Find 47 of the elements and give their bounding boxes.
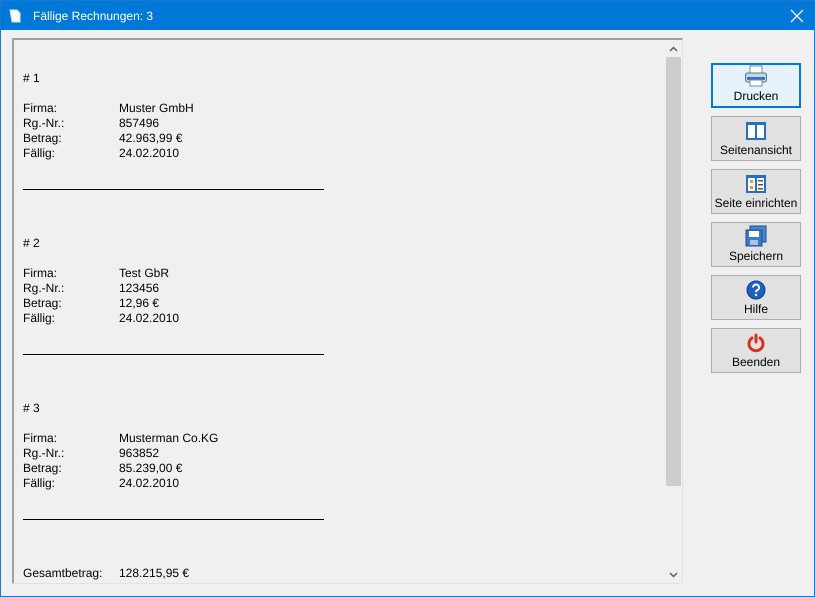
invoice-number: # 2 [23,236,41,251]
help-icon [746,280,766,300]
close-button[interactable] [790,8,804,22]
printer-icon [744,65,768,87]
field-value: 85.239,00 € [119,461,182,476]
power-icon [746,333,766,353]
field-value: 24.02.2010 [119,476,180,491]
field-label: Betrag: [23,461,63,476]
page-layout-icon [745,174,767,194]
field-value: 123456 [119,281,160,296]
field-label: Betrag: [23,296,63,311]
field-value: Test GbR [119,266,170,281]
field-label: Rg.-Nr.: [23,446,66,461]
floppy-disk-icon [745,225,767,247]
field-label: Rg.-Nr.: [23,281,66,296]
toolbar-button[interactable]: Beenden [711,328,801,373]
two-pages-icon [745,121,767,141]
field-value: 42.963,99 € [119,131,182,146]
field-label: Firma: [23,101,58,116]
toolbar-button[interactable]: Seitenansicht [711,116,801,161]
invoice-number: # 1 [23,71,41,86]
field-label: Fällig: [23,311,56,326]
field-value: 963852 [119,446,160,461]
chevron-up-icon [669,46,678,52]
invoice-number: # 3 [23,401,41,416]
total-label: Gesamtbetrag: [23,566,104,581]
window-title: Fällige Rechnungen: 3 [33,8,154,22]
field-label: Firma: [23,431,58,446]
field-label: Fällig: [23,146,56,161]
field-value: 857496 [119,116,160,131]
field-label: Fällig: [23,476,56,491]
chevron-down-icon [669,572,678,578]
document-icon [9,8,21,22]
toolbar-button[interactable]: Seite einrichten [711,169,801,214]
toolbar-button[interactable]: Drucken [711,63,801,108]
field-value: Musterman Co.KG [119,431,218,446]
field-label: Rg.-Nr.: [23,116,66,131]
field-value: 24.02.2010 [119,311,180,326]
scrollbar-thumb[interactable] [666,57,681,486]
field-label: Betrag: [23,131,63,146]
toolbar-button[interactable]: Hilfe [711,275,801,320]
total-value: 128.215,95 € [119,566,190,581]
toolbar-button[interactable]: Speichern [711,222,801,267]
field-label: Firma: [23,266,58,281]
field-value: 24.02.2010 [119,146,180,161]
field-value: Muster GmbH [119,101,194,116]
field-value: 12,96 € [119,296,160,311]
